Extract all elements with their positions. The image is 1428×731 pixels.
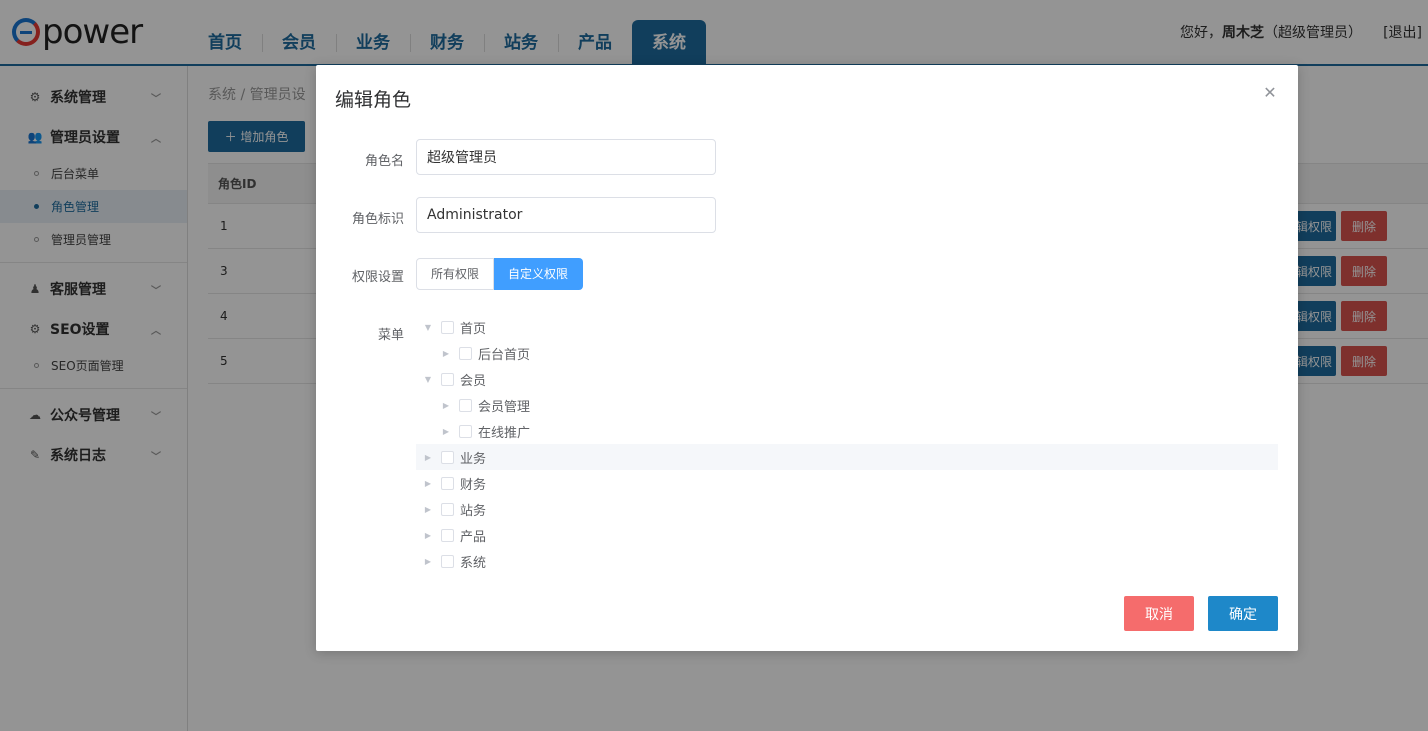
tree-node-online-promo[interactable]: ▶ 在线推广 <box>416 418 1278 444</box>
menu-tree: ▼ 首页 ▶ 后台首页 ▼ 会员 ▶ 会员管理 ▶ 在线推广 ▶ 业务 ▶ 财务… <box>416 314 1278 574</box>
tree-checkbox[interactable] <box>441 372 454 386</box>
tree-node-label: 会员管理 <box>478 399 531 415</box>
tree-checkbox[interactable] <box>441 476 454 490</box>
edit-role-dialog: 编辑角色 ✕ 角色名 角色标识 权限设置 所有权限 自定义权限 菜单 ▼ 首页 … <box>316 65 1298 651</box>
tree-node-business[interactable]: ▶ 业务 <box>416 444 1278 470</box>
role-key-input[interactable] <box>416 197 716 233</box>
caret-right-icon[interactable]: ▶ <box>416 531 440 540</box>
tree-node-label: 产品 <box>460 529 487 545</box>
tree-node-member[interactable]: ▼ 会员 <box>416 366 1278 392</box>
caret-right-icon[interactable]: ▶ <box>416 557 440 566</box>
confirm-button[interactable]: 确定 <box>1208 596 1278 631</box>
tree-node-label: 首页 <box>460 321 487 337</box>
tree-checkbox[interactable] <box>441 554 454 568</box>
tree-checkbox[interactable] <box>459 346 472 360</box>
role-name-label: 角色名 <box>364 154 404 169</box>
tree-node-label: 站务 <box>460 503 487 519</box>
caret-right-icon[interactable]: ▶ <box>416 505 440 514</box>
tree-node-product[interactable]: ▶ 产品 <box>416 522 1278 548</box>
tree-node-home[interactable]: ▼ 首页 <box>416 314 1278 340</box>
tree-node-member-manage[interactable]: ▶ 会员管理 <box>416 392 1278 418</box>
tree-node-label: 会员 <box>460 373 487 389</box>
tree-node-backend-home[interactable]: ▶ 后台首页 <box>416 340 1278 366</box>
tree-checkbox[interactable] <box>459 398 472 412</box>
tree-node-finance[interactable]: ▶ 财务 <box>416 470 1278 496</box>
caret-right-icon[interactable]: ▶ <box>434 427 458 436</box>
caret-right-icon[interactable]: ▶ <box>434 349 458 358</box>
tree-node-label: 系统 <box>460 555 487 571</box>
role-name-input[interactable] <box>416 139 716 175</box>
radio-custom-permissions[interactable]: 自定义权限 <box>494 258 584 290</box>
radio-all-permissions[interactable]: 所有权限 <box>416 258 495 290</box>
tree-checkbox[interactable] <box>441 320 454 334</box>
tree-node-system[interactable]: ▶ 系统 <box>416 548 1278 574</box>
tree-node-label: 财务 <box>460 477 487 493</box>
caret-down-icon[interactable]: ▼ <box>416 375 440 384</box>
role-key-label: 角色标识 <box>351 212 404 227</box>
caret-down-icon[interactable]: ▼ <box>416 323 440 332</box>
tree-node-label: 后台首页 <box>478 347 531 363</box>
caret-right-icon[interactable]: ▶ <box>416 479 440 488</box>
permission-label: 权限设置 <box>351 270 404 285</box>
cancel-button[interactable]: 取消 <box>1124 596 1194 631</box>
close-icon[interactable]: ✕ <box>1262 85 1278 101</box>
tree-checkbox[interactable] <box>441 450 454 464</box>
tree-checkbox[interactable] <box>441 502 454 516</box>
tree-node-label: 在线推广 <box>478 425 531 441</box>
caret-right-icon[interactable]: ▶ <box>416 453 440 462</box>
tree-checkbox[interactable] <box>459 424 472 438</box>
caret-right-icon[interactable]: ▶ <box>434 401 458 410</box>
permission-radio-group: 所有权限 自定义权限 <box>416 258 584 290</box>
menu-label: 菜单 <box>377 328 404 343</box>
tree-node-site[interactable]: ▶ 站务 <box>416 496 1278 522</box>
dialog-title: 编辑角色 <box>335 89 412 111</box>
tree-checkbox[interactable] <box>441 528 454 542</box>
tree-node-label: 业务 <box>460 451 487 467</box>
